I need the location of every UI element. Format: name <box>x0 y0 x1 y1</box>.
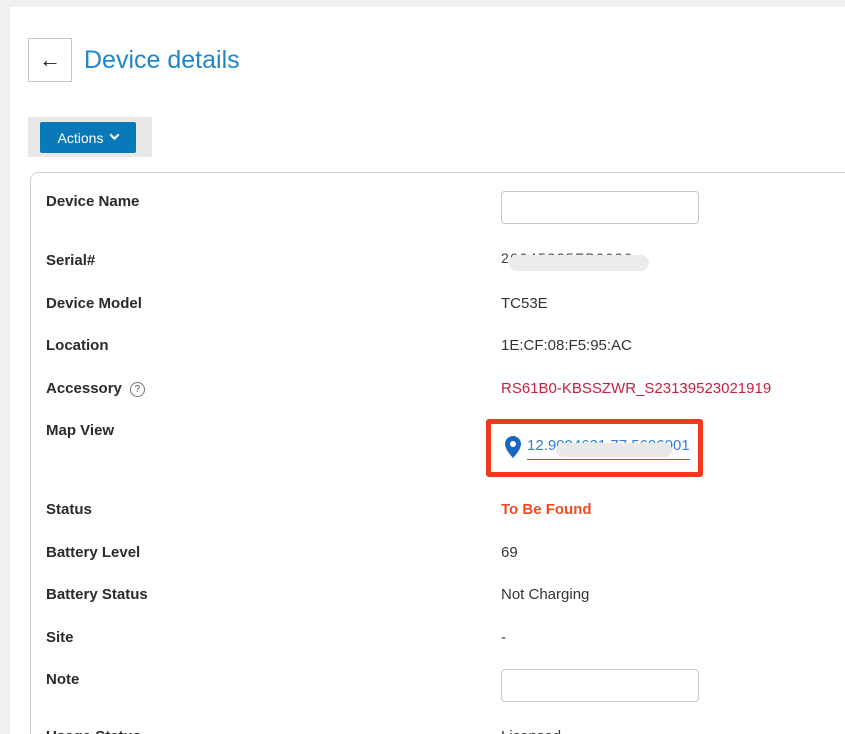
device-details-card: Device Name Serial# 20045235FB0036 Devic… <box>30 172 845 734</box>
location-label: Location <box>46 337 109 354</box>
coordinates-link[interactable]: 12.9004631,77.5696001 <box>527 437 690 460</box>
device-model-label: Device Model <box>46 295 142 312</box>
chevron-down-icon <box>110 130 120 140</box>
serial-redaction-overlay <box>509 255 649 271</box>
status-label: Status <box>46 501 92 518</box>
device-details-page: ← Device details Actions Device Name Ser… <box>0 0 845 734</box>
red-highlight-box: 12.9004631,77.5696001 <box>486 419 703 477</box>
note-input[interactable] <box>501 669 699 702</box>
site-label: Site <box>46 629 74 646</box>
site-value: - <box>501 629 506 646</box>
location-value: 1E:CF:08:F5:95:AC <box>501 337 632 354</box>
device-name-input[interactable] <box>501 191 699 224</box>
usage-status-label: Usage Status <box>46 728 141 734</box>
battery-level-label: Battery Level <box>46 544 140 561</box>
device-model-value: TC53E <box>501 295 548 312</box>
battery-status-value: Not Charging <box>501 586 589 603</box>
question-mark-circle-icon[interactable]: ? <box>130 382 145 397</box>
actions-dropdown-button[interactable]: Actions <box>40 122 136 153</box>
back-button[interactable]: ← <box>28 38 72 82</box>
back-arrow-icon: ← <box>39 47 61 73</box>
map-view-value: 12.9004631,77.5696001 <box>505 435 690 460</box>
page-title: Device details <box>84 38 240 82</box>
actions-button-label: Actions <box>58 130 104 146</box>
battery-status-label: Battery Status <box>46 586 148 603</box>
accessory-label-text: Accessory <box>46 380 122 397</box>
note-label: Note <box>46 671 79 688</box>
serial-value-redacted: 20045235FB0036 <box>501 250 633 270</box>
device-name-label: Device Name <box>46 193 139 210</box>
map-view-label: Map View <box>46 422 114 439</box>
battery-level-value: 69 <box>501 544 518 561</box>
map-pin-icon <box>505 436 521 458</box>
serial-label: Serial# <box>46 252 95 269</box>
accessory-label: Accessory? <box>46 380 145 397</box>
accessory-value: RS61B0-KBSSZWR_S23139523021919 <box>501 380 771 397</box>
status-value: To Be Found <box>501 501 592 518</box>
coordinates-redaction-overlay <box>556 443 672 457</box>
usage-status-value: Licensed <box>501 728 561 734</box>
